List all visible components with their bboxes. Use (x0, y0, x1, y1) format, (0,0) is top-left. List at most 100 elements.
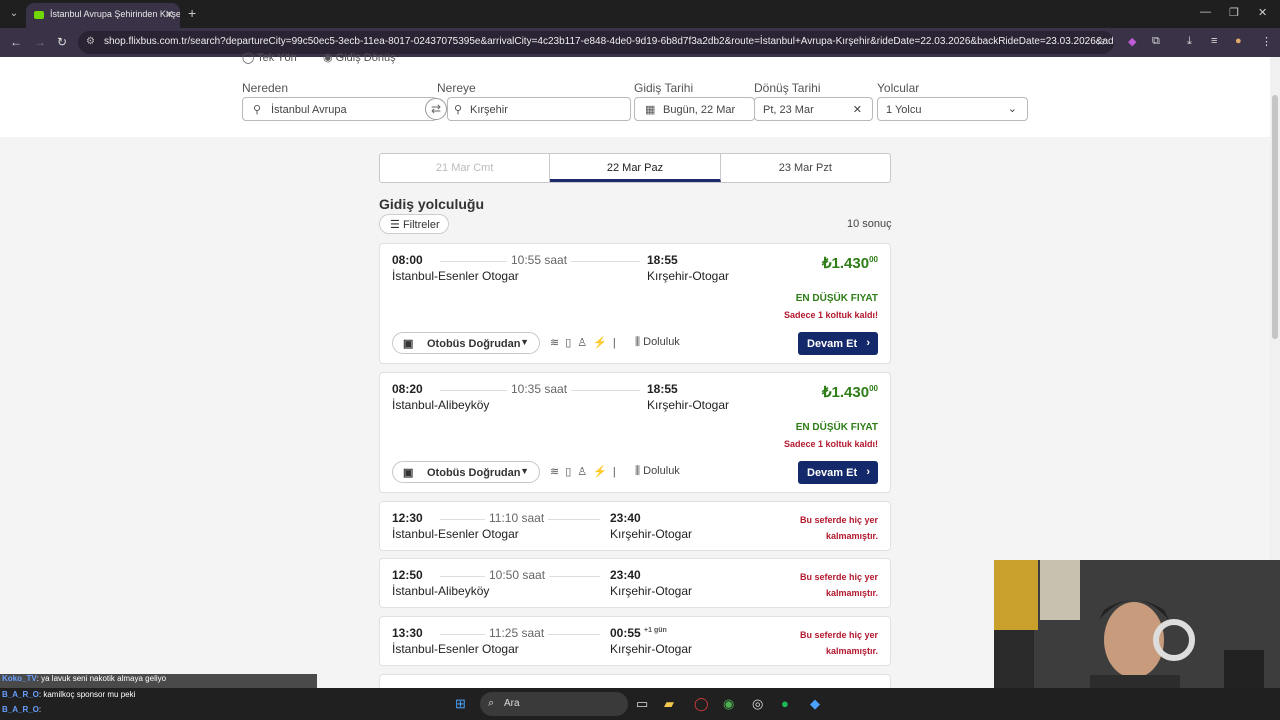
spotify-icon[interactable]: ● (781, 696, 789, 711)
bus-type-dropdown[interactable]: ▣ Otobüs Doğrudan ▼ (392, 332, 540, 354)
duration: 10:55 saat (507, 253, 572, 267)
departure-time: 12:30 (392, 511, 423, 525)
bottle-icon: ▯ (565, 466, 578, 478)
departure-station: İstanbul-Esenler Otogar (392, 269, 519, 283)
price: ₺1.43000 (822, 384, 878, 401)
duration: 10:35 saat (507, 382, 572, 396)
seats-left: Sadece 1 koltuk kaldı! (783, 439, 878, 449)
close-tab-icon[interactable]: ✕ (165, 8, 174, 21)
seats-left: Sadece 1 koltuk kaldı! (783, 310, 878, 320)
bottle-icon: ▯ (565, 337, 578, 349)
file-explorer-icon[interactable]: ▰ (664, 696, 674, 712)
from-field[interactable]: ⚲ İstanbul Avrupa (242, 97, 437, 121)
wifi-icon: ≋ (550, 466, 566, 478)
chevron-right-icon: › (866, 337, 870, 349)
steam-icon[interactable]: ◎ (752, 696, 763, 712)
profile-avatar-icon[interactable]: ● (1235, 35, 1242, 47)
location-pin-icon: ⚲ (454, 104, 463, 116)
trip-type-one-way[interactable]: ◯ Tek Yön (242, 51, 297, 64)
passengers-select[interactable]: 1 Yolcu ⌄ (877, 97, 1028, 121)
seat-icon: ♙ (577, 466, 594, 478)
download-icon[interactable]: ⤓ (1187, 35, 1192, 48)
url-field[interactable]: ⚙ shop.flixbus.com.tr/search?departureCi… (78, 31, 1114, 54)
next-day-badge: +1 gün (644, 627, 667, 634)
occupancy-icon: ⫼ (635, 336, 641, 348)
chevron-down-icon: ▼ (520, 466, 529, 476)
extension-icon[interactable]: ◆ (1128, 35, 1136, 48)
arrival-time: 23:40 (610, 568, 641, 582)
new-tab-icon[interactable]: + (188, 5, 196, 21)
taskbar-search[interactable]: ⌕ Ara (480, 692, 628, 716)
bus-icon: ▣ (403, 338, 414, 350)
minimize-icon[interactable]: — (1200, 6, 1211, 18)
amenity-icons: ≋▯♙⚡| (550, 337, 622, 349)
calendar-icon: ▦ (645, 104, 656, 116)
soldout-status: Bu seferde hiç yer kalmamıştır. (799, 572, 878, 598)
occupancy-icon: ⫼ (635, 465, 641, 477)
back-icon[interactable]: ← (10, 35, 22, 49)
arrival-station: Kırşehir-Otogar (610, 642, 693, 656)
filters-button[interactable]: ☰ Filtreler (379, 214, 449, 234)
trip-card-soldout: 12:50 10:50 saat 23:40 İstanbul-Alibeykö… (379, 558, 891, 608)
browser-tab[interactable]: İstanbul Avrupa Şehirinden Kırşehir ✕ (26, 3, 180, 28)
amenity-icons: ≋▯♙⚡| (550, 466, 622, 478)
close-window-icon[interactable]: ✕ (1258, 6, 1267, 19)
trip-type-round-trip[interactable]: ◉ Gidiş Dönüş (323, 51, 396, 64)
trip-card-soldout: 12:30 11:10 saat 23:40 İstanbul-Esenler … (379, 501, 891, 551)
depart-date-label: Gidiş Tarihi (634, 81, 694, 95)
menu-kebab-icon[interactable]: ⋮ (1261, 35, 1272, 48)
task-view-icon[interactable]: ▭ (636, 696, 648, 712)
search-icon: ⌕ (488, 697, 495, 709)
price: ₺1.43000 (822, 255, 878, 272)
chrome-icon[interactable]: ◉ (723, 696, 734, 712)
date-tab-current[interactable]: 22 Mar Paz (550, 154, 721, 182)
departure-time: 12:50 (392, 568, 423, 582)
depart-date-field[interactable]: ▦ Bugün, 22 Mar (634, 97, 755, 121)
continue-button[interactable]: Devam Et › (798, 461, 878, 484)
occupancy-indicator: ⫼ Doluluk (635, 465, 680, 477)
to-field[interactable]: ⚲ Kırşehir (447, 97, 631, 121)
maximize-icon[interactable]: ❐ (1229, 6, 1239, 19)
departure-station: İstanbul-Alibeyköy (392, 584, 490, 598)
arrival-station: Kırşehir-Otogar (647, 398, 730, 412)
address-bar-row: ← → ↻ ⚙ shop.flixbus.com.tr/search?depar… (0, 28, 1280, 57)
return-date-label: Dönüş Tarihi (754, 81, 821, 95)
return-date-field[interactable]: Pt, 23 Mar ✕ (754, 97, 873, 121)
reload-icon[interactable]: ↻ (57, 35, 67, 49)
departure-time: 08:00 (392, 253, 423, 267)
tab-list-icon[interactable]: ⌄ (6, 6, 22, 22)
tab-title: İstanbul Avrupa Şehirinden Kırşehir (50, 9, 180, 19)
bookmark-star-icon[interactable]: ☆ (1095, 34, 1106, 48)
windows-start-icon[interactable]: ⊞ (455, 696, 466, 712)
media-control-icon[interactable]: ≡ (1211, 35, 1217, 47)
soldout-status: Bu seferde hiç yer kalmamıştır. (799, 630, 878, 656)
chat-message: Koko_TV: ya lavuk seni nakotik almaya ge… (0, 674, 317, 688)
date-tab-next[interactable]: 23 Mar Pzt (721, 154, 890, 182)
continue-button[interactable]: Devam Et › (798, 332, 878, 355)
departure-station: İstanbul-Esenler Otogar (392, 642, 519, 656)
swap-cities-icon[interactable]: ⇄ (425, 98, 447, 120)
duration: 11:10 saat (485, 511, 549, 525)
date-tab-prev[interactable]: 21 Mar Cmt (380, 154, 551, 182)
opera-icon[interactable]: ◯ (694, 696, 709, 712)
bus-type-dropdown[interactable]: ▣ Otobüs Doğrudan ▼ (392, 461, 540, 483)
flixbus-favicon-icon (34, 10, 44, 19)
departure-station: İstanbul-Esenler Otogar (392, 527, 519, 541)
scrollbar-thumb[interactable] (1272, 95, 1278, 339)
chat-message: B_A_R_O: kamilkoç sponsor mu peki (2, 690, 136, 699)
from-label: Nereden (242, 81, 289, 95)
chevron-down-icon: ⌄ (1007, 103, 1017, 115)
app-icon[interactable]: ◆ (810, 696, 820, 712)
clear-return-date-icon[interactable]: ✕ (853, 103, 862, 116)
lowest-price-tag: EN DÜŞÜK FIYAT (795, 422, 878, 433)
section-title: Gidiş yolculuğu (379, 196, 485, 212)
trip-card: 08:00 10:55 saat 18:55 İstanbul-Esenler … (379, 243, 891, 364)
duration: 10:50 saat (485, 568, 550, 582)
wifi-icon: ≋ (550, 337, 566, 349)
forward-icon[interactable]: → (34, 35, 46, 49)
arrival-time: 18:55 (647, 253, 678, 267)
trip-card-soldout: 13:30 11:25 saat 00:55 +1 gün İstanbul-E… (379, 616, 891, 666)
site-info-icon[interactable]: ⚙ (86, 36, 95, 47)
extensions-puzzle-icon[interactable]: ⧉ (1152, 35, 1160, 48)
arrival-station: Kırşehir-Otogar (610, 584, 693, 598)
